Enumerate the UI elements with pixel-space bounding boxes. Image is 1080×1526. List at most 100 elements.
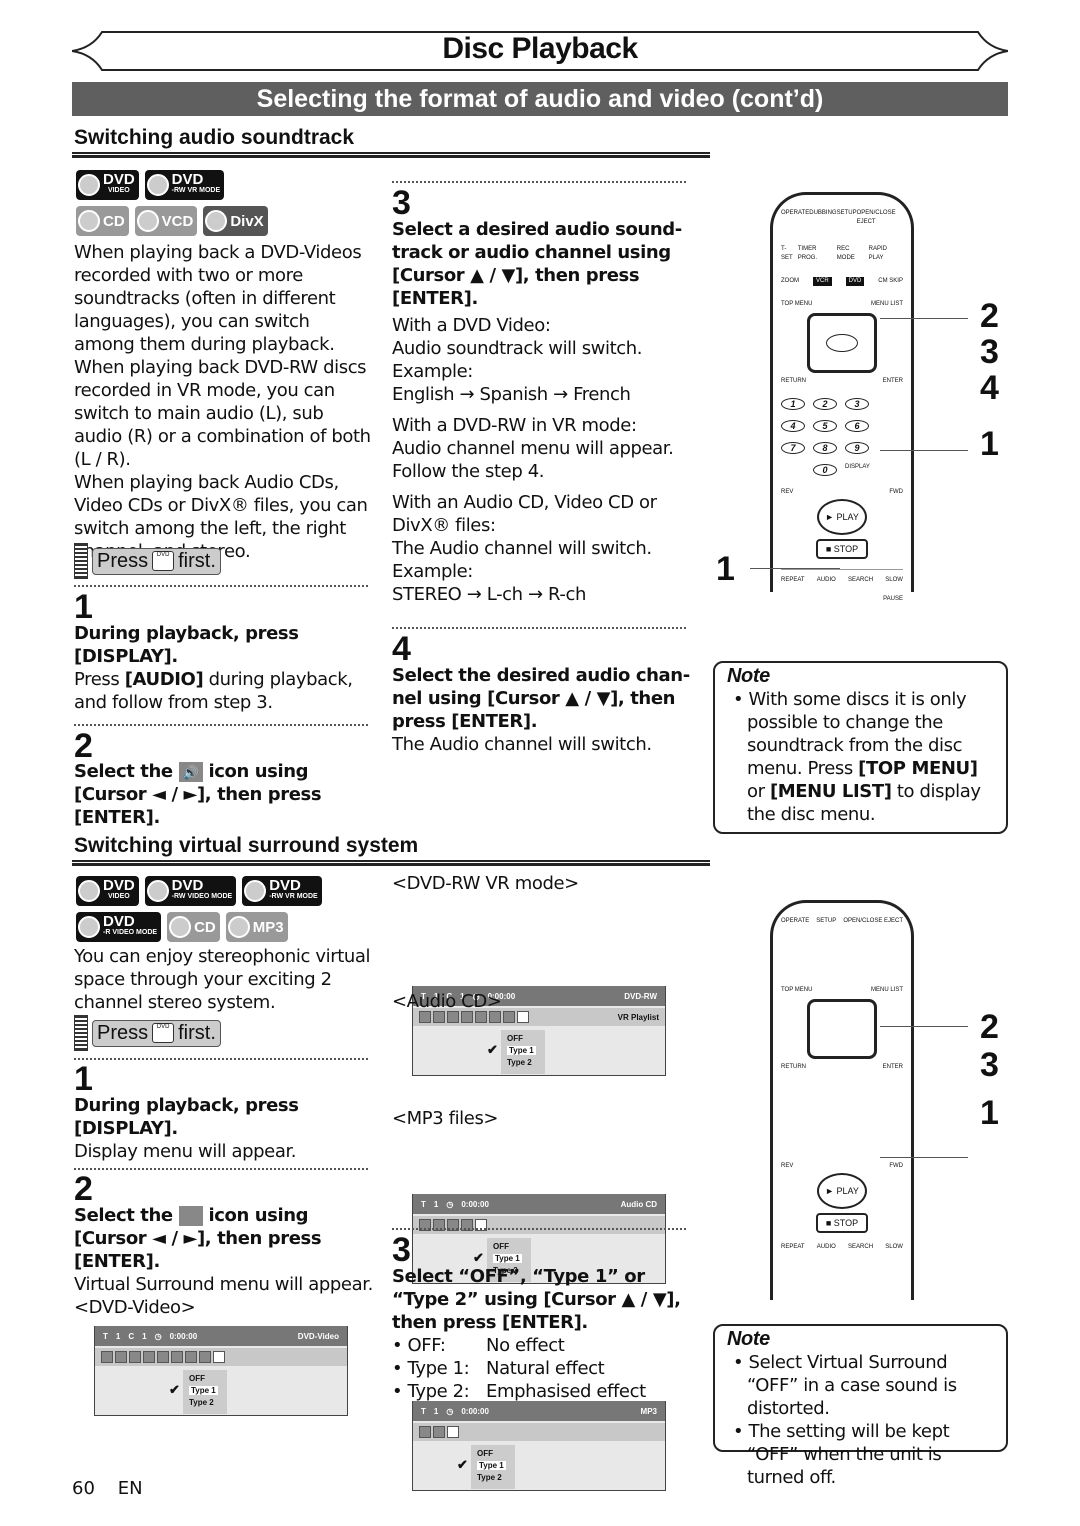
tset-button: T-SET bbox=[781, 246, 793, 261]
step-text: Virtual Surround menu will appear. bbox=[74, 1274, 373, 1295]
operate-button: OPERATE bbox=[781, 918, 810, 924]
menu-option[interactable]: OFF bbox=[477, 1448, 515, 1460]
step-text: Press bbox=[74, 669, 125, 690]
option-desc: Emphasised effect bbox=[486, 1381, 646, 1402]
dvd-rw-vr-badge: DVD -RW VR MODE bbox=[144, 170, 225, 200]
step-number: 4 bbox=[392, 630, 411, 668]
step-number: 3 bbox=[392, 1231, 411, 1269]
audio-step-3: Select a desired audio sound-track or au… bbox=[392, 218, 692, 606]
screen-caption: <Audio CD> bbox=[392, 991, 502, 1012]
audio-intro: When playing back a DVD-Videos recorded … bbox=[74, 241, 374, 563]
menu-option[interactable]: Type 2 bbox=[189, 1397, 227, 1409]
intro-paragraph: When playing back a DVD-Videos recorded … bbox=[74, 242, 362, 355]
note-title: Note bbox=[727, 1328, 770, 1350]
menu-option[interactable]: OFF bbox=[507, 1033, 545, 1045]
audio-step-2: Select the 🔊 icon using [Cursor ◄ / ►], … bbox=[74, 760, 374, 829]
key-3: 3 bbox=[845, 398, 869, 410]
check-icon: ✔ bbox=[473, 1250, 484, 1265]
page-title-banner: Disc Playback bbox=[72, 30, 1008, 72]
top-menu-button: TOP MENU bbox=[781, 987, 813, 993]
osd-icon-bar bbox=[95, 1348, 347, 1366]
page-number: 60 bbox=[72, 1478, 95, 1499]
enter-button: ENTER bbox=[882, 378, 903, 384]
menu-option-selected[interactable]: Type 1 bbox=[493, 1254, 522, 1263]
divider bbox=[74, 1168, 368, 1170]
surround-step-2: Select the icon using [Cursor ◄ / ►], th… bbox=[74, 1204, 374, 1319]
step-number: 2 bbox=[74, 1170, 93, 1208]
key-4: 4 bbox=[781, 420, 805, 432]
time-readout: 0:00:00 bbox=[461, 1406, 489, 1416]
surround-intro: You can enjoy stereophonic virtual space… bbox=[74, 946, 371, 1013]
rapid-play-button: RAPID PLAY bbox=[868, 246, 887, 261]
top-menu-button: TOP MENU bbox=[781, 301, 813, 307]
osd-icon-bar bbox=[413, 1216, 665, 1234]
dubbing-button: DUBBING bbox=[809, 210, 837, 216]
surround-step-3: Select “OFF”, “Type 1” or “Type 2” using… bbox=[392, 1265, 692, 1403]
audio-button: AUDIO bbox=[816, 577, 836, 583]
key-8: 8 bbox=[813, 442, 837, 454]
note-key: [MENU LIST] bbox=[769, 781, 892, 802]
key-0: 0 bbox=[813, 464, 837, 476]
step-text: Audio soundtrack will switch. bbox=[392, 338, 643, 359]
operate-button: OPERATE bbox=[781, 210, 810, 216]
press-label: first. bbox=[178, 1021, 216, 1044]
vcd-badge: VCD bbox=[134, 206, 198, 236]
menu-option[interactable]: Type 2 bbox=[507, 1057, 545, 1069]
clock-icon: ◷ bbox=[154, 1331, 162, 1341]
menu-option-selected[interactable]: Type 1 bbox=[477, 1461, 506, 1470]
step-text: Example: bbox=[392, 361, 473, 382]
key-1: 1 bbox=[781, 398, 805, 410]
note-key: [TOP MENU] bbox=[858, 758, 978, 779]
option-desc: No effect bbox=[486, 1335, 565, 1356]
stop-button: ■ STOP bbox=[816, 539, 868, 559]
repeat-button: REPEAT bbox=[781, 1244, 805, 1250]
audio-note-box: Note • With some discs it is only possib… bbox=[713, 661, 1008, 834]
menu-option[interactable]: OFF bbox=[493, 1241, 531, 1253]
mp3-badge: MP3 bbox=[225, 912, 288, 942]
menu-option-selected[interactable]: Type 1 bbox=[189, 1386, 218, 1395]
fwd-button: FWD bbox=[889, 1163, 903, 1169]
step-text: Display menu will appear. bbox=[74, 1141, 297, 1162]
menu-option[interactable]: OFF bbox=[189, 1373, 227, 1385]
surround-menu: ✔ OFF Type 1 Type 2 bbox=[487, 1030, 545, 1074]
step-text: Example: bbox=[392, 561, 473, 582]
press-dvd-first-hint: Press DVD first. bbox=[74, 543, 221, 579]
menu-option[interactable]: Type 2 bbox=[477, 1472, 515, 1484]
chapter-icon: C bbox=[128, 1331, 135, 1341]
step-text: The Audio channel will switch. bbox=[392, 538, 652, 559]
eject-button: OPEN/CLOSE EJECT bbox=[856, 210, 896, 225]
cursor-pad bbox=[807, 313, 877, 373]
step-title: Select the bbox=[74, 761, 173, 782]
rev-button: REV bbox=[781, 489, 794, 495]
callout-line bbox=[880, 318, 968, 319]
dvd-rw-video-badge: DVD -RW VIDEO MODE bbox=[144, 876, 237, 906]
option-key: • Type 2: bbox=[392, 1381, 470, 1402]
step-text: The Audio channel will switch. bbox=[392, 734, 652, 755]
key-5: 5 bbox=[813, 420, 837, 432]
cm-skip-button: CM SKIP bbox=[878, 278, 903, 284]
step-number: 2 bbox=[74, 727, 93, 765]
dvd-video-badge: DVD VIDEO bbox=[76, 876, 139, 906]
menu-option-selected[interactable]: Type 1 bbox=[507, 1046, 536, 1055]
slow-button: SLOW bbox=[885, 577, 903, 583]
format-label: Audio CD bbox=[620, 1199, 657, 1209]
key-7: 7 bbox=[781, 442, 805, 454]
callout-number: 2 bbox=[980, 297, 999, 335]
option-key: • OFF: bbox=[392, 1335, 446, 1356]
audio-step-4: Select the desired audio chan-nel using … bbox=[392, 664, 692, 756]
screen-caption: <MP3 files> bbox=[392, 1108, 499, 1129]
title-icon: T bbox=[421, 1199, 426, 1209]
cd-badge: CD bbox=[76, 206, 129, 236]
press-dvd-first-hint: Press DVD first. bbox=[74, 1015, 221, 1051]
slow-button: SLOW bbox=[885, 1244, 903, 1250]
callout-line bbox=[880, 1026, 968, 1027]
step-title: Select the bbox=[74, 1205, 173, 1226]
callout-number: 2 bbox=[980, 1008, 999, 1046]
audio-step-1: During playback, press [DISPLAY]. Press … bbox=[74, 622, 374, 714]
audio-disc-badges: DVD VIDEO DVD -RW VR MODE CD VCD DivX bbox=[76, 170, 268, 236]
callout-numbers: 2 3 1 bbox=[980, 1008, 999, 1132]
section-rule bbox=[72, 860, 710, 866]
key-6: 6 bbox=[845, 420, 869, 432]
key-9: 9 bbox=[845, 442, 869, 454]
callout-number: 1 bbox=[716, 550, 735, 588]
